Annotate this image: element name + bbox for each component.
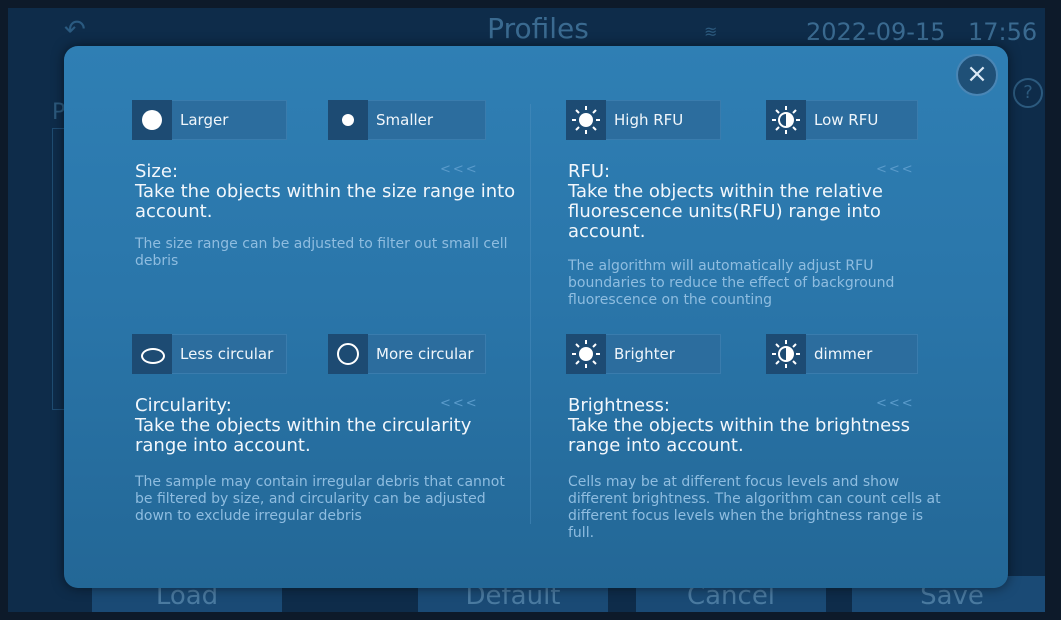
- brightness-heading: Brightness: Take the objects within the …: [568, 396, 958, 456]
- large-dot-icon: [132, 100, 172, 140]
- dimmer-button[interactable]: dimmer: [766, 334, 918, 374]
- brightness-heading-label: Brightness:: [568, 395, 670, 416]
- sun-icon: [566, 100, 606, 140]
- more-circular-button[interactable]: More circular: [328, 334, 486, 374]
- circularity-description: The sample may contain irregular debris …: [135, 474, 505, 524]
- brighter-button[interactable]: Brighter: [566, 334, 721, 374]
- rfu-heading: RFU: Take the objects within the relativ…: [568, 162, 958, 242]
- rfu-description: The algorithm will automatically adjust …: [568, 258, 895, 308]
- brighter-label: Brighter: [614, 345, 675, 363]
- circularity-heading-label: Circularity:: [135, 395, 232, 416]
- more-circular-label: More circular: [376, 345, 474, 363]
- small-dot-icon: [328, 100, 368, 140]
- half-sun-icon: [766, 100, 806, 140]
- size-heading-text: Take the objects within the size range i…: [135, 181, 516, 222]
- sun-icon: [566, 334, 606, 374]
- time-display: 17:56: [968, 18, 1038, 46]
- rfu-heading-text: Take the objects within the relative flu…: [568, 181, 883, 242]
- size-heading: Size: Take the objects within the size r…: [135, 162, 525, 222]
- brightness-description: Cells may be at different focus levels a…: [568, 474, 941, 541]
- page-title: Profiles: [487, 12, 589, 45]
- size-description: The size range can be adjusted to filter…: [135, 236, 508, 269]
- low-rfu-label: Low RFU: [814, 111, 879, 129]
- less-circular-button[interactable]: Less circular: [132, 334, 287, 374]
- oval-icon: [132, 334, 172, 374]
- smaller-button[interactable]: Smaller: [328, 100, 486, 140]
- larger-label: Larger: [180, 111, 229, 129]
- column-divider: [530, 104, 531, 524]
- rfu-heading-label: RFU:: [568, 161, 611, 182]
- circularity-heading-text: Take the objects within the circularity …: [135, 415, 472, 456]
- circularity-heading: Circularity: Take the objects within the…: [135, 396, 525, 456]
- smaller-label: Smaller: [376, 111, 434, 129]
- high-rfu-label: High RFU: [614, 111, 684, 129]
- close-icon[interactable]: ×: [956, 54, 998, 96]
- circle-icon: [328, 334, 368, 374]
- brightness-heading-text: Take the objects within the brightness r…: [568, 415, 910, 456]
- back-arrow-icon[interactable]: ↶: [64, 17, 92, 43]
- low-rfu-button[interactable]: Low RFU: [766, 100, 918, 140]
- half-sun-icon: [766, 334, 806, 374]
- dimmer-label: dimmer: [814, 345, 873, 363]
- high-rfu-button[interactable]: High RFU: [566, 100, 721, 140]
- help-icon[interactable]: ?: [1013, 78, 1043, 108]
- larger-button[interactable]: Larger: [132, 100, 287, 140]
- size-heading-label: Size:: [135, 161, 179, 182]
- wifi-icon: ≋: [704, 22, 718, 41]
- less-circular-label: Less circular: [180, 345, 274, 363]
- date-display: 2022-09-15: [806, 18, 946, 46]
